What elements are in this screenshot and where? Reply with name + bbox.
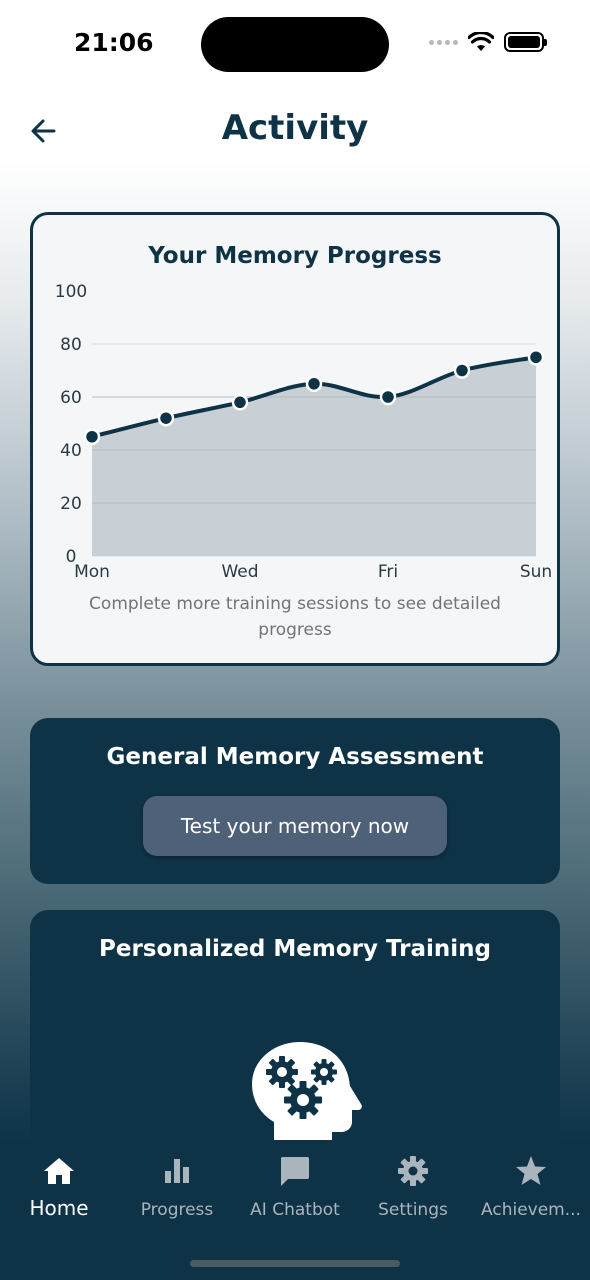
- memory-progress-chart: 020406080100Mon Wed Fri Sun: [55, 282, 552, 582]
- data-point: [83, 428, 101, 445]
- tab-settings[interactable]: Settings: [354, 1152, 472, 1220]
- battery-icon: [504, 32, 547, 52]
- chart-note: Complete more training sessions to see d…: [89, 594, 501, 640]
- bottom-tab-bar: Home Progress AI Chatbot Settings Achiev…: [0, 1140, 590, 1280]
- data-point: [157, 409, 175, 427]
- tab-label-achievements: Achievem...: [481, 1200, 581, 1220]
- page-title: Activity: [221, 108, 369, 148]
- tab-label-home: Home: [29, 1196, 89, 1220]
- gear-icon: [398, 1156, 428, 1186]
- data-point: [379, 388, 397, 406]
- x-tick-label: Wed: [221, 562, 258, 582]
- y-tick-label: 40: [60, 441, 82, 461]
- x-tick-label: Sun: [520, 562, 552, 582]
- memory-progress-card: Your Memory Progress 0 20 40 60 80 100 Mon Wed F…: [30, 212, 560, 666]
- tab-label-settings: Settings: [378, 1200, 448, 1220]
- status-icons: [429, 32, 547, 52]
- home-indicator: [190, 1260, 400, 1267]
- bar-chart-icon: [165, 1159, 189, 1183]
- star-icon: [516, 1156, 546, 1185]
- tab-label-ai-chatbot: AI Chatbot: [250, 1200, 340, 1220]
- y-tick-label: 100: [55, 282, 87, 302]
- home-icon: [44, 1158, 74, 1184]
- data-point: [305, 375, 323, 392]
- chat-icon: [281, 1157, 309, 1186]
- assessment-card: General Memory Assessment Test your memo…: [30, 718, 560, 884]
- tab-label-progress: Progress: [140, 1200, 214, 1220]
- wifi-icon: [468, 32, 494, 51]
- y-tick-label: 60: [60, 388, 82, 408]
- data-point: [453, 362, 471, 379]
- tab-home[interactable]: Home: [0, 1152, 118, 1220]
- status-time: 21:06: [74, 28, 154, 57]
- training-title: Personalized Memory Training: [98, 936, 491, 962]
- tab-achievements[interactable]: Achievem...: [472, 1152, 590, 1220]
- data-point: [231, 394, 249, 411]
- x-tick-label: Fri: [378, 562, 398, 582]
- tab-progress[interactable]: Progress: [118, 1152, 236, 1220]
- y-tick-label: 80: [60, 335, 82, 355]
- head-gears-icon: [252, 1042, 362, 1142]
- tab-ai-chatbot[interactable]: AI Chatbot: [236, 1152, 354, 1220]
- header: Activity: [0, 100, 590, 164]
- dynamic-island: [201, 17, 389, 72]
- status-bar: 21:06: [0, 0, 590, 90]
- data-point: [527, 349, 545, 366]
- y-tick-label: 20: [60, 494, 82, 514]
- assessment-title: General Memory Assessment: [106, 744, 484, 770]
- cellular-signal-icon: [429, 39, 458, 45]
- test-memory-button[interactable]: Test your memory now: [143, 796, 447, 856]
- x-tick-label: Mon: [74, 562, 110, 582]
